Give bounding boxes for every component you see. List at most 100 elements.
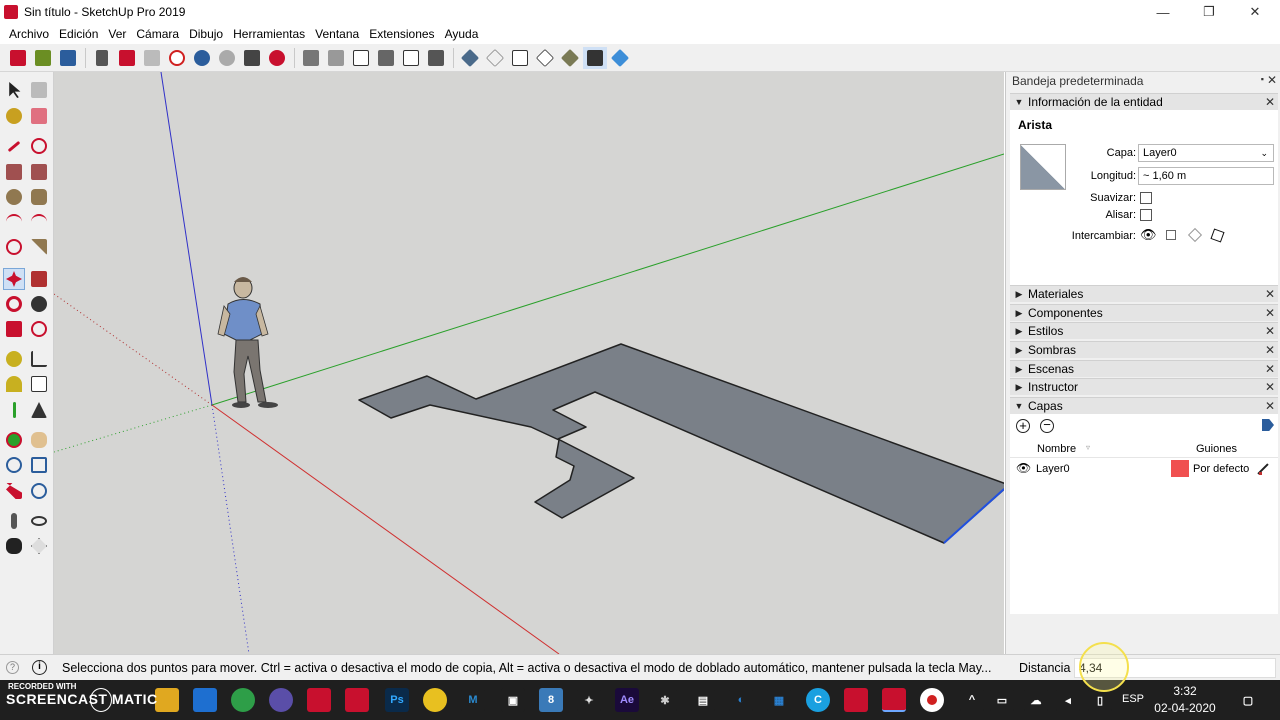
offset-icon[interactable] [28, 318, 50, 340]
menu-ayuda[interactable]: Ayuda [440, 27, 484, 41]
section-plane-icon[interactable] [28, 535, 50, 557]
panel-estilos[interactable]: ▶ Estilos ✕ [1010, 322, 1278, 339]
follow-me-icon[interactable] [28, 293, 50, 315]
app-bug-icon[interactable]: ✱ [653, 688, 677, 712]
shaded-style-icon[interactable] [533, 47, 557, 69]
front-view-icon[interactable] [349, 47, 373, 69]
pin-icon[interactable]: ▪ [1261, 74, 1264, 84]
paint-bucket-icon[interactable] [3, 105, 25, 127]
warehouse-icon[interactable] [6, 47, 30, 69]
acrobat-icon[interactable] [844, 688, 868, 712]
visibility-eye-icon[interactable]: 👁 [1016, 461, 1031, 475]
app-bars-icon[interactable]: ▦ [767, 688, 791, 712]
onedrive-icon[interactable]: ☁ [1024, 688, 1048, 712]
panel-instructor[interactable]: ▶ Instructor ✕ [1010, 378, 1278, 395]
three-point-arc-icon[interactable] [3, 236, 25, 258]
file-explorer-icon[interactable] [155, 688, 179, 712]
menu-extensiones[interactable]: Extensiones [364, 27, 439, 41]
two-point-arc-icon[interactable] [28, 211, 50, 233]
paint-icon[interactable] [269, 688, 293, 712]
dimension-icon[interactable] [28, 348, 50, 370]
panel-close-icon[interactable]: ✕ [1265, 343, 1275, 357]
layer-color-swatch[interactable] [1171, 460, 1189, 477]
layer-select[interactable]: Layer0 ⌄ [1138, 144, 1274, 162]
menu-herramientas[interactable]: Herramientas [228, 27, 310, 41]
shaded-textures-icon[interactable] [608, 47, 632, 69]
app-puzzle-icon[interactable]: ✦ [577, 688, 601, 712]
sort-icon[interactable]: ▿ [1086, 443, 1090, 452]
panel-close-icon[interactable]: ✕ [1265, 95, 1275, 109]
geo-location-icon[interactable]: ? [6, 661, 19, 674]
app-c-icon[interactable]: C [806, 688, 830, 712]
push-pull-icon[interactable] [28, 268, 50, 290]
arc-icon[interactable] [3, 211, 25, 233]
erase-icon[interactable] [165, 47, 189, 69]
layer-name[interactable]: Layer0 [1036, 463, 1070, 475]
close-button[interactable]: ✕ [1232, 0, 1278, 24]
previous-view-icon[interactable] [28, 480, 50, 502]
protractor-icon[interactable] [3, 373, 25, 395]
edge-color-swatch[interactable] [1020, 144, 1066, 190]
eraser-icon[interactable] [28, 105, 50, 127]
cut-icon[interactable] [90, 47, 114, 69]
after-effects-icon[interactable]: Ae [615, 688, 639, 712]
panel-sombras[interactable]: ▶ Sombras ✕ [1010, 341, 1278, 358]
menu-dibujo[interactable]: Dibujo [184, 27, 228, 41]
mail-icon[interactable] [193, 688, 217, 712]
panel-escenas[interactable]: ▶ Escenas ✕ [1010, 360, 1278, 377]
wireframe-style-icon[interactable] [483, 47, 507, 69]
line-icon[interactable] [3, 135, 25, 157]
component-icon[interactable] [28, 79, 50, 101]
save-icon[interactable] [56, 47, 80, 69]
clock[interactable]: 3:32 02-04-2020 [1150, 683, 1220, 717]
position-camera-icon[interactable] [3, 510, 25, 532]
pie-icon[interactable] [28, 236, 50, 258]
back-view-icon[interactable] [399, 47, 423, 69]
panel-close-icon[interactable]: ✕ [1265, 306, 1275, 320]
axes-icon[interactable] [3, 399, 25, 421]
soften-checkbox[interactable] [1140, 192, 1152, 204]
sketchup-taskbar-icon[interactable] [882, 688, 906, 712]
app-m-icon[interactable]: M [461, 688, 485, 712]
app-blue-icon[interactable]: ◐ [729, 688, 753, 712]
record-icon[interactable] [920, 688, 944, 712]
layer-row[interactable]: 👁 Layer0 Por defecto [1010, 460, 1278, 478]
chrome-icon[interactable] [231, 688, 255, 712]
menu-archivo[interactable]: Archivo [4, 27, 54, 41]
panel-capas[interactable]: ▼ Capas ✕ [1010, 397, 1278, 414]
notifications-icon[interactable]: ▢ [1236, 688, 1260, 712]
rectangle-icon[interactable] [3, 161, 25, 183]
textured-style-icon[interactable] [558, 47, 582, 69]
scale-icon[interactable] [3, 318, 25, 340]
undo-icon[interactable] [190, 47, 214, 69]
smooth-checkbox[interactable] [1140, 209, 1152, 221]
zoom-icon[interactable] [3, 454, 25, 476]
eye-icon[interactable]: 👁 [1140, 227, 1157, 243]
drawing-viewport[interactable] [54, 72, 1004, 654]
panel-close-icon[interactable]: ✕ [1265, 399, 1275, 413]
pan-icon[interactable] [28, 429, 50, 451]
hidden-line-style-icon[interactable] [508, 47, 532, 69]
rotate-icon[interactable] [3, 293, 25, 315]
panel-componentes[interactable]: ▶ Componentes ✕ [1010, 304, 1278, 321]
menu-ver[interactable]: Ver [103, 27, 131, 41]
print-icon[interactable] [240, 47, 264, 69]
show-hidden-icons-chevron[interactable]: ^ [960, 688, 984, 712]
iso-view-icon[interactable] [299, 47, 323, 69]
walk-icon[interactable] [3, 535, 25, 557]
panel-close-icon[interactable]: ✕ [1265, 362, 1275, 376]
zoom-window-icon[interactable] [28, 454, 50, 476]
scene-canvas[interactable] [54, 72, 1004, 654]
sketchup-layout-icon[interactable] [345, 688, 369, 712]
tray-close-icon[interactable]: ✕ [1267, 73, 1277, 87]
panel-close-icon[interactable]: ✕ [1265, 380, 1275, 394]
panel-close-icon[interactable]: ✕ [1265, 287, 1275, 301]
minimize-button[interactable]: — [1140, 0, 1186, 24]
col-dashes-header[interactable]: Guiones [1196, 443, 1237, 455]
3d-text-icon[interactable] [28, 399, 50, 421]
monochrome-style-icon[interactable] [583, 46, 607, 69]
receive-shadows-icon[interactable] [1187, 227, 1203, 243]
polygon-icon[interactable] [28, 186, 50, 208]
zoom-extents-icon[interactable] [3, 480, 25, 502]
copy-icon[interactable] [115, 47, 139, 69]
